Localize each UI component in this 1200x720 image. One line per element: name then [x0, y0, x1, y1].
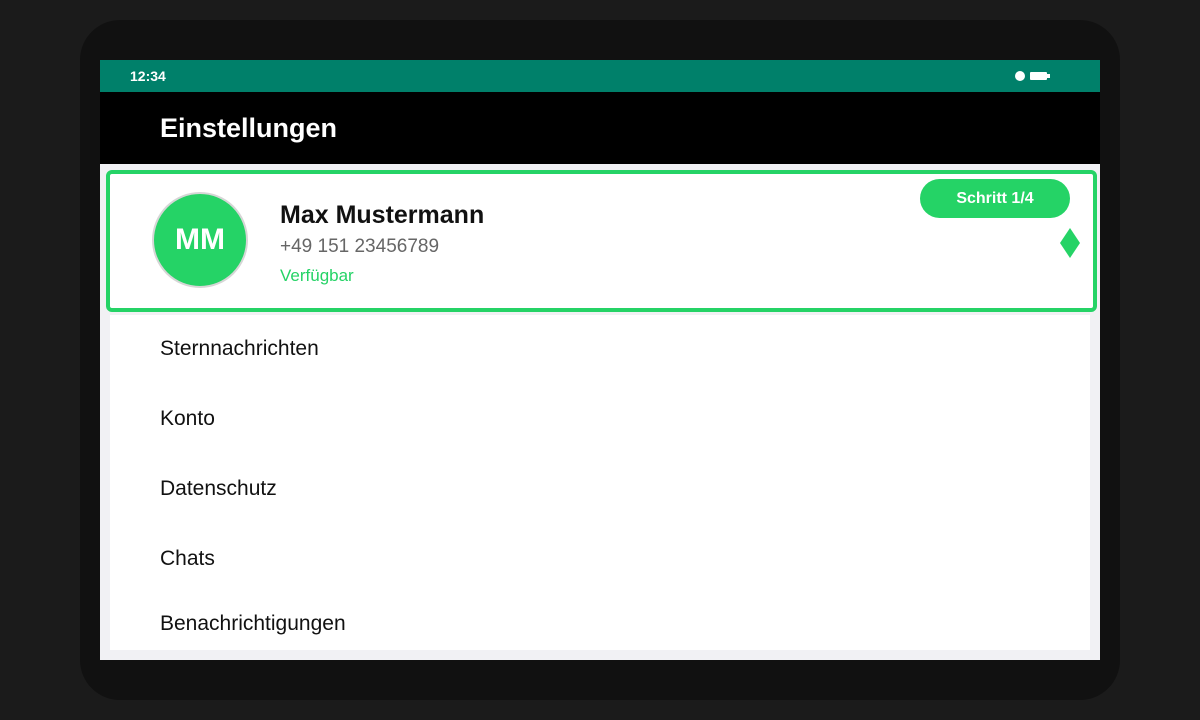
screen: 12:34 Einstellungen MM Max Mustermann +4…	[100, 60, 1100, 660]
settings-list: Sternnachrichten Konto Datenschutz Chats…	[110, 315, 1090, 650]
settings-item-starred-messages[interactable]: Sternnachrichten	[160, 337, 319, 361]
status-time: 12:34	[130, 68, 166, 84]
settings-item-chats[interactable]: Chats	[160, 547, 215, 571]
settings-item-privacy[interactable]: Datenschutz	[160, 477, 277, 501]
battery-icon	[1030, 72, 1050, 80]
profile-status: Verfügbar	[280, 266, 354, 285]
signal-dot-icon	[1015, 71, 1025, 81]
status-bar: 12:34	[100, 60, 1100, 92]
diamond-pointer-icon	[1060, 228, 1080, 258]
tour-step-badge[interactable]: Schritt 1/4	[920, 179, 1070, 218]
page-title: Einstellungen	[160, 113, 338, 143]
app-bar: Einstellungen	[100, 92, 1100, 164]
profile-phone: +49 151 23456789	[280, 236, 440, 257]
settings-item-notifications[interactable]: Benachrichtigungen	[160, 612, 346, 636]
avatar[interactable]: MM	[152, 192, 248, 288]
settings-item-account[interactable]: Konto	[160, 407, 215, 431]
device-frame: 12:34 Einstellungen MM Max Mustermann +4…	[80, 20, 1120, 700]
profile-name: Max Mustermann	[280, 201, 485, 229]
profile-card[interactable]: MM Max Mustermann +49 151 23456789 Verfü…	[106, 170, 1097, 312]
